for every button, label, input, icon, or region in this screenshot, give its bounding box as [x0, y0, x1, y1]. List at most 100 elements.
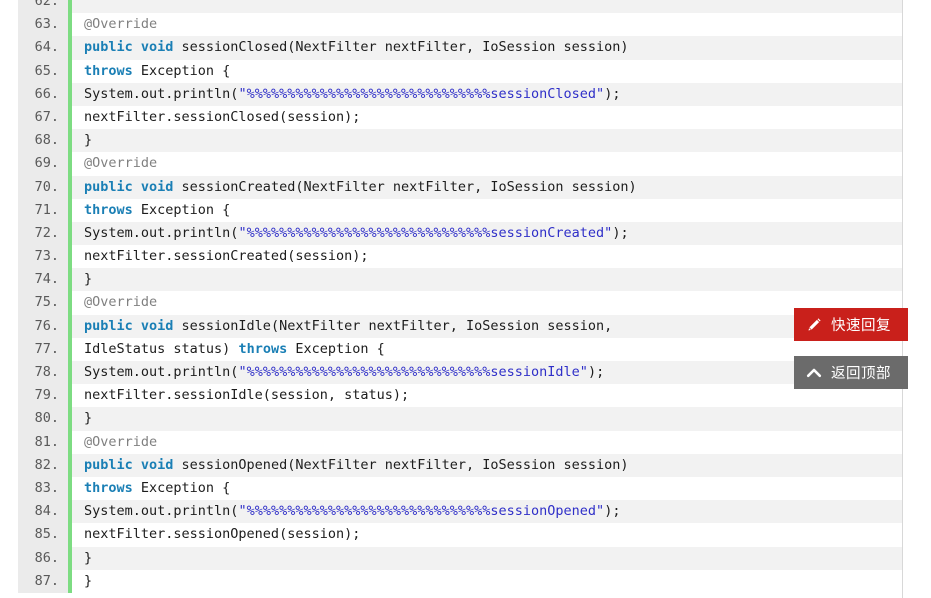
code-line: 82. public void sessionOpened(NextFilter … [0, 453, 902, 477]
code-line: 71. throws Exception { [0, 198, 902, 222]
code-line: 74.} [0, 268, 902, 292]
code-text: IdleStatus status) throws Exception { [72, 338, 902, 361]
code-text: public void sessionIdle(NextFilter nextF… [72, 315, 902, 338]
pencil-icon [804, 315, 824, 335]
line-number: 65. [18, 59, 68, 83]
code-line: 62. [0, 0, 902, 14]
code-text: throws Exception { [72, 199, 902, 222]
code-line: 87.} [0, 569, 902, 593]
line-number: 77. [18, 337, 68, 361]
code-token-str: "%%%%%%%%%%%%%%%%%%%%%%%%%%%%%%sessionId… [238, 364, 588, 380]
floating-action-buttons: 快速回复 返回顶部 [794, 308, 908, 404]
line-number: 66. [18, 82, 68, 106]
code-text: @Override [72, 152, 902, 175]
line-number: 80. [18, 407, 68, 431]
code-token-plain: sessionOpened(NextFilter nextFilter, IoS… [173, 456, 629, 473]
code-text: throws Exception { [72, 60, 902, 83]
code-line: 66. System.out.println("%%%%%%%%%%%%%%%%%… [0, 82, 902, 106]
code-line: 73. nextFilter.sessionCreated(session); [0, 245, 902, 269]
code-line: 78. System.out.println("%%%%%%%%%%%%%%%%%… [0, 361, 902, 385]
code-text: public void sessionClosed(NextFilter nex… [72, 36, 902, 59]
code-token-plain: Exception { [132, 479, 231, 496]
code-line: 63. @Override [0, 13, 902, 37]
line-number: 81. [18, 430, 68, 454]
code-token-plain: nextFilter.sessionOpened(session); [84, 526, 361, 543]
code-line: 69. @Override [0, 152, 902, 176]
code-token-plain: } [84, 271, 93, 288]
code-text: System.out.println("%%%%%%%%%%%%%%%%%%%%… [72, 222, 902, 245]
code-left-margin [0, 0, 18, 598]
code-line: 72. System.out.println("%%%%%%%%%%%%%%%%%… [0, 221, 902, 246]
code-line: 81. @Override [0, 430, 902, 454]
code-token-anno: @Override [84, 294, 158, 311]
code-token-plain: System.out.println( [84, 503, 239, 520]
code-text: } [72, 129, 902, 152]
line-number: 71. [18, 198, 68, 222]
code-token-plain: } [84, 549, 93, 566]
line-number: 64. [18, 36, 68, 60]
code-token-anno: @Override [84, 155, 158, 172]
line-number: 83. [18, 476, 68, 501]
code-token-anno: @Override [84, 16, 158, 33]
code-text: @Override [72, 291, 902, 314]
line-number: 75. [18, 291, 68, 315]
code-line: 86.} [0, 546, 902, 570]
code-text: @Override [72, 13, 902, 36]
line-number: 73. [18, 245, 68, 269]
line-number: 69. [18, 152, 68, 176]
code-text: nextFilter.sessionOpened(session); [72, 523, 902, 546]
line-number: 68. [18, 129, 68, 153]
code-token-kw: throws [238, 340, 288, 357]
chevron-up-icon [804, 363, 824, 383]
line-number: 67. [18, 105, 68, 130]
code-text: } [72, 268, 902, 291]
code-token-plain: Exception { [132, 201, 231, 218]
line-number: 63. [18, 13, 68, 37]
code-line: 75. @Override [0, 291, 902, 315]
code-token-kw: public void [84, 39, 174, 56]
code-token-kw: throws [84, 201, 133, 218]
code-token-plain: Exception { [132, 62, 231, 79]
code-token-plain: IdleStatus status) [84, 340, 239, 357]
code-line-list: 62. 63. @Override 64. public void sessionClo… [0, 0, 902, 593]
code-line: 65. throws Exception { [0, 59, 902, 83]
code-line: 77. IdleStatus status) throws Exception { [0, 337, 902, 361]
code-token-plain: ); [587, 364, 605, 380]
line-number: 86. [18, 546, 68, 570]
back-to-top-label: 返回顶部 [831, 366, 891, 382]
code-line: 70. public void sessionCreated(NextFilter… [0, 175, 902, 199]
line-number: 70. [18, 175, 68, 199]
line-number: 78. [18, 361, 68, 385]
code-token-plain: System.out.println( [84, 364, 239, 380]
code-token-plain: } [84, 572, 93, 589]
code-token-kw: public void [84, 317, 174, 334]
code-line: 80.} [0, 407, 902, 431]
line-number: 84. [18, 500, 68, 524]
code-token-plain: Exception { [287, 340, 385, 357]
code-token-str: "%%%%%%%%%%%%%%%%%%%%%%%%%%%%%%sessionCl… [238, 85, 605, 102]
line-number: 87. [18, 569, 68, 593]
code-token-plain: } [84, 132, 93, 149]
code-token-plain: nextFilter.sessionClosed(session); [84, 108, 361, 125]
code-line: 79. nextFilter.sessionIdle(session, statu… [0, 384, 902, 408]
code-token-plain: nextFilter.sessionCreated(session); [84, 248, 369, 265]
code-line: 67. nextFilter.sessionClosed(session); [0, 105, 902, 130]
code-token-plain: sessionClosed(NextFilter nextFilter, IoS… [173, 39, 629, 56]
code-text: } [72, 407, 902, 430]
code-text: nextFilter.sessionCreated(session); [72, 245, 902, 268]
line-number: 76. [18, 314, 68, 338]
quick-reply-button[interactable]: 快速回复 [794, 308, 908, 341]
code-text: public void sessionOpened(NextFilter nex… [72, 454, 902, 477]
code-text: nextFilter.sessionClosed(session); [72, 106, 902, 129]
line-number: 72. [18, 221, 68, 246]
line-number: 85. [18, 523, 68, 547]
code-text: } [72, 570, 902, 593]
code-viewer[interactable]: 62. 63. @Override 64. public void sessionClo… [0, 0, 903, 598]
line-number: 74. [18, 268, 68, 292]
code-token-plain: ); [604, 85, 621, 102]
code-token-plain: System.out.println( [84, 85, 239, 102]
code-token-kw: throws [84, 62, 133, 79]
code-text: System.out.println("%%%%%%%%%%%%%%%%%%%%… [72, 361, 902, 384]
back-to-top-button[interactable]: 返回顶部 [794, 356, 908, 389]
